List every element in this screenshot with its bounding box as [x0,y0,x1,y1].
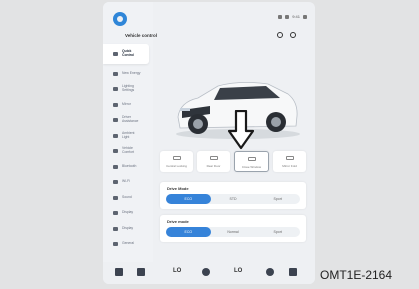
sidebar-item-7[interactable]: Bluetooth [103,159,149,175]
sidebar-item-label: Wi-Fi [122,179,130,184]
sidebar-item-5[interactable]: Ambient Light [103,128,149,144]
ambient-icon [113,133,118,138]
tile-0[interactable]: Central Locking [160,151,193,172]
mirror-icon [113,102,118,107]
search-icon[interactable] [277,32,283,38]
sidebar-menu: Quick Control New Energy Lighting Settings… [103,44,153,252]
tile-1[interactable]: Rear Door [197,151,230,172]
signal-status-icon [285,14,290,19]
light-icon [113,87,118,92]
tile-label: Close Window [241,165,262,169]
sidebar-item-label: Display [122,210,134,215]
mode-selector: ECO STD Sport [166,194,300,204]
general-icon [113,242,118,247]
drive-mode-card-2: Drive mode ECO Normal Sport [160,215,306,242]
figure-code: OMT1E-2164 [320,268,393,282]
card-title: Drive Mode [167,186,189,191]
app-logo-icon [113,12,127,26]
bottom-bar: LO LO [103,262,315,284]
sidebar-item-label: Display [122,225,134,230]
door-icon [209,156,218,160]
header-actions [277,32,296,38]
window-icon [247,157,256,161]
sidebar-item-label: Ambient Light [122,130,135,139]
sidebar-item-6[interactable]: Vehicle Comfort [103,144,149,160]
sidebar-item-label: Quick Control [122,49,135,57]
status-bar: 9:41 [278,14,307,19]
sound-icon [113,195,118,200]
tile-3[interactable]: Mirror Fold [273,151,306,172]
tile-label: Rear Door [206,164,221,168]
bluetooth-icon [113,164,118,169]
user-icon[interactable] [303,14,307,19]
card-title: Drive mode [167,219,189,224]
mode-option[interactable]: ECO [166,194,211,204]
infotainment-screen: Quick Control New Energy Lighting Settings… [103,2,315,284]
sidebar-item-label: Lighting Settings [122,84,135,93]
sidebar-item-label: Bluetooth [122,163,137,168]
steering-icon [113,118,118,123]
display-icon [113,211,118,216]
sidebar-item-3[interactable]: Mirror [103,97,149,113]
sidebar-item-label: New Energy [122,70,141,75]
sidebar-item-label: Driver Assistance [122,115,139,124]
sidebar-item-label: Sound [122,194,132,199]
sidebar-item-11[interactable]: Display [103,221,149,237]
mode-option[interactable]: ECO [166,227,211,237]
seat-heat-icon[interactable] [266,268,274,276]
tile-label: Central Locking [166,164,187,168]
bluetooth-status-icon [278,14,283,19]
sidebar-item-4[interactable]: Driver Assistance [103,113,149,129]
sidebar-item-label: Vehicle Comfort [122,146,135,155]
brightness-icon [113,226,118,231]
sidebar-item-10[interactable]: Display [103,206,149,222]
car-icon [113,52,118,56]
apps-icon[interactable] [289,268,297,276]
mode-option[interactable]: STD [211,194,256,204]
tile-label: Mirror Fold [282,164,297,168]
sidebar-item-label: Mirror [122,101,131,106]
bolt-icon [113,71,118,76]
page-title: Vehicle control [125,33,158,38]
sidebar-item-label: General [122,241,135,246]
home-icon[interactable] [115,268,123,276]
sidebar-item-0[interactable]: Quick Control [103,44,149,64]
sidebar-item-8[interactable]: Wi-Fi [103,175,149,191]
sidebar-item-1[interactable]: New Energy [103,66,149,82]
sidebar-item-2[interactable]: Lighting Settings [103,82,149,98]
temp-right[interactable]: LO [234,268,242,274]
tile-2[interactable]: Close Window [234,151,269,172]
sidebar-item-9[interactable]: Sound [103,190,149,206]
temp-left[interactable]: LO [173,268,181,274]
clock: 9:41 [292,14,300,19]
fan-icon[interactable] [202,268,210,276]
car-icon[interactable] [137,268,145,276]
sidebar-item-12[interactable]: General [103,237,149,253]
seat-icon [113,149,118,154]
mode-option[interactable]: Sport [255,194,300,204]
mode-selector: ECO Normal Sport [166,227,300,237]
mode-option[interactable]: Sport [255,227,300,237]
drive-mode-card: Drive Mode ECO STD Sport [160,182,306,209]
mirror-fold-icon [285,156,294,160]
wifi-icon [113,180,118,185]
quick-control-tiles: Central Locking Rear Door Close Window Mirr… [160,151,306,172]
down-arrow-icon [228,110,254,150]
lock-icon [172,156,181,160]
mode-option[interactable]: Normal [211,227,256,237]
sidebar: Quick Control New Energy Lighting Settings… [103,2,153,264]
settings-icon[interactable] [290,32,296,38]
